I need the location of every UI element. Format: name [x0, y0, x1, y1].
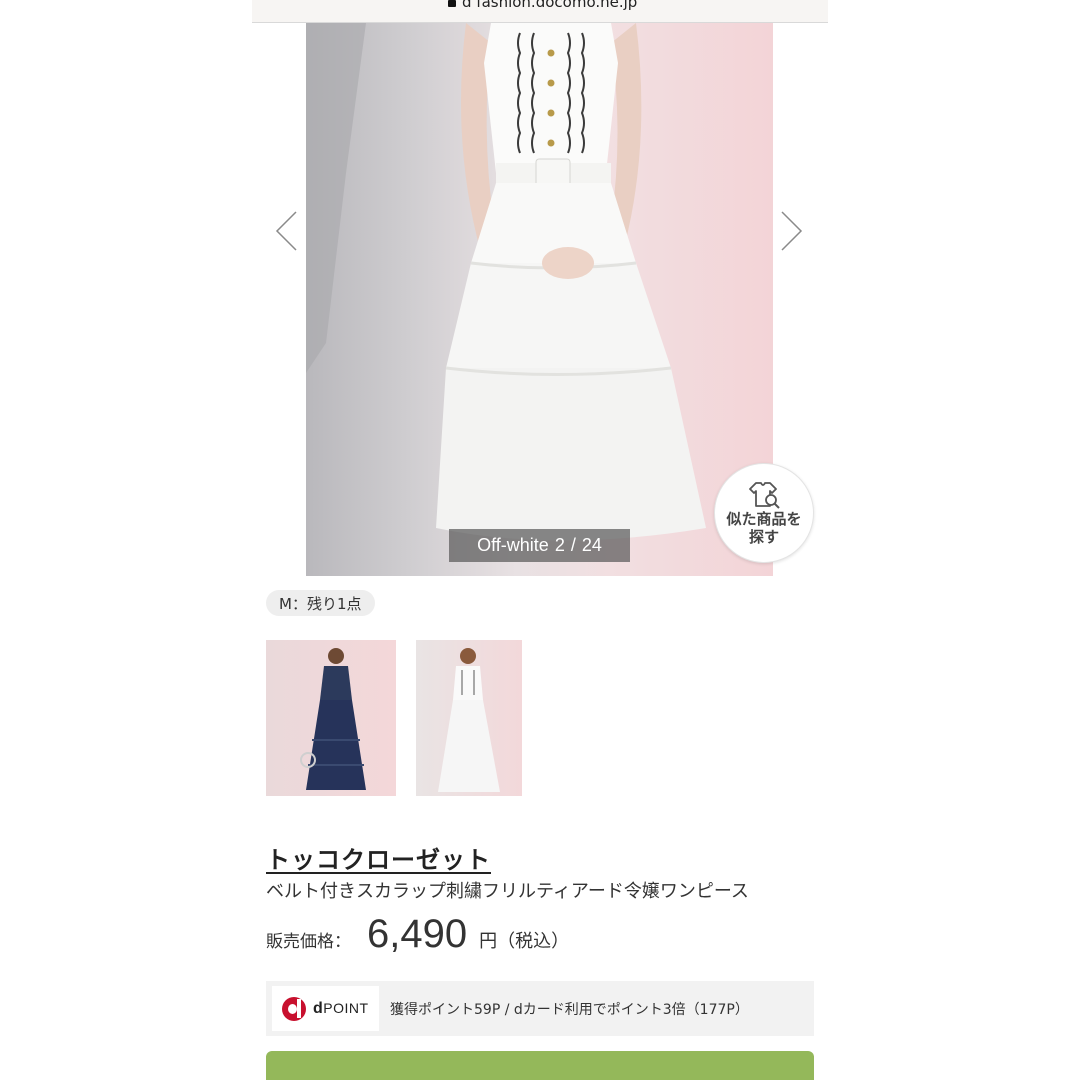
- dpoint-mark-icon: [282, 996, 306, 1021]
- dpoint-logo-text: dPOINT: [313, 999, 369, 1017]
- image-counter: Off-white 2 / 24: [449, 529, 630, 562]
- chevron-right-icon: [780, 210, 805, 252]
- price-value: 6,490: [367, 912, 468, 956]
- find-similar-button[interactable]: 似た商品を探す: [714, 463, 814, 563]
- counter-color: Off-white: [477, 535, 549, 555]
- thumbnail-image: [300, 648, 366, 790]
- counter-separator: /: [570, 535, 576, 555]
- lock-icon: [448, 0, 456, 7]
- price-label: 販売価格：: [266, 932, 351, 952]
- gallery-next-button[interactable]: [776, 209, 806, 253]
- chevron-left-icon: [273, 210, 298, 252]
- dpoint-logo: dPOINT: [272, 986, 379, 1031]
- stock-badge: M：残り1点: [266, 590, 375, 616]
- product-main-photo[interactable]: [306, 23, 773, 576]
- price-unit: 円（税込）: [479, 931, 570, 952]
- point-info-text: 獲得ポイント59P / dカード利用でポイント3倍（177P）: [390, 1001, 749, 1018]
- add-to-cart-button[interactable]: [266, 1051, 814, 1080]
- find-similar-label: 似た商品を探す: [726, 510, 802, 546]
- phone-viewport: d fashion.docomo.ne.jp Off-white 2 / 24 …: [252, 0, 828, 1080]
- product-image-gallery: Off-white 2 / 24 似た商品を探す: [252, 23, 828, 576]
- shirt-search-icon: [749, 482, 780, 509]
- color-thumbnail-offwhite[interactable]: [416, 640, 522, 796]
- price-row: 販売価格： 6,490 円（税込）: [266, 912, 569, 962]
- counter-total: 24: [581, 535, 602, 555]
- gallery-prev-button[interactable]: [272, 209, 302, 253]
- product-name: ベルト付きスカラップ刺繍フリルティアード令嬢ワンピース: [266, 881, 749, 902]
- counter-index: 2: [554, 535, 565, 555]
- dpoint-info-box: dPOINT 獲得ポイント59P / dカード利用でポイント3倍（177P）: [266, 981, 814, 1036]
- url-display[interactable]: d fashion.docomo.ne.jp: [448, 0, 637, 13]
- color-thumbnail-navy[interactable]: [266, 640, 396, 796]
- thumbnail-image: [438, 648, 500, 792]
- dress-illustration: [306, 23, 706, 541]
- url-text: d fashion.docomo.ne.jp: [462, 0, 638, 11]
- browser-url-bar[interactable]: d fashion.docomo.ne.jp: [252, 0, 828, 23]
- brand-link[interactable]: トッコクローゼット: [266, 840, 491, 875]
